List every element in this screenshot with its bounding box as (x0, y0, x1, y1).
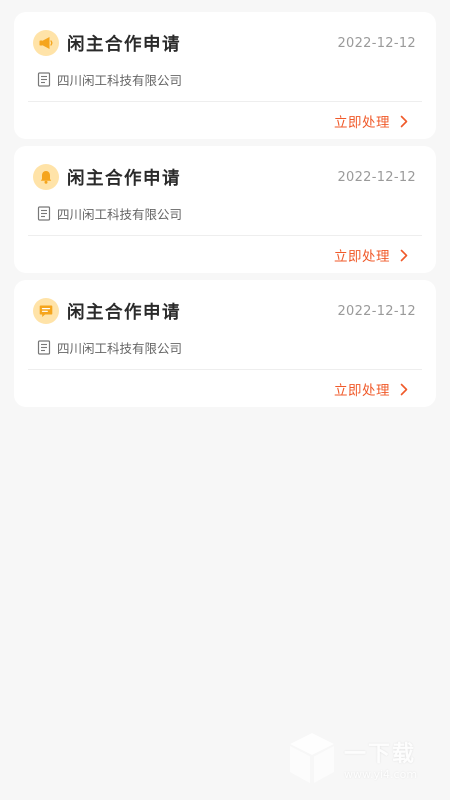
notification-date: 2022-12-12 (337, 303, 416, 319)
notification-card[interactable]: 闲主合作申请 2022-12-12 四川闲工科技有限公司 立即处理 (14, 146, 436, 273)
notification-date: 2022-12-12 (337, 35, 416, 51)
notification-card[interactable]: 闲主合作申请 2022-12-12 四川闲工科技有限公司 立即处理 (14, 280, 436, 407)
company-name: 四川闲工科技有限公司 (57, 207, 183, 222)
chevron-right-icon (400, 383, 408, 395)
chevron-right-icon (400, 115, 408, 127)
watermark-brand: 一下载 (344, 741, 417, 767)
megaphone-icon (33, 30, 59, 56)
document-icon (37, 340, 51, 355)
document-icon (37, 206, 51, 221)
company-name: 四川闲工科技有限公司 (57, 73, 183, 88)
bell-icon (33, 164, 59, 190)
message-icon (33, 298, 59, 324)
company-row: 四川闲工科技有限公司 (37, 338, 182, 357)
watermark-url: www.yi4.com (344, 767, 418, 781)
notification-card[interactable]: 闲主合作申请 2022-12-12 四川闲工科技有限公司 立即处理 (14, 12, 436, 139)
process-now-button[interactable]: 立即处理 (334, 111, 408, 131)
divider (28, 101, 422, 102)
divider (28, 235, 422, 236)
card-header: 闲主合作申请 2022-12-12 (33, 296, 416, 326)
notification-title: 闲主合作申请 (67, 302, 181, 323)
notification-title: 闲主合作申请 (67, 168, 181, 189)
divider (28, 369, 422, 370)
document-icon (37, 72, 51, 87)
notification-title: 闲主合作申请 (67, 34, 181, 55)
card-header: 闲主合作申请 2022-12-12 (33, 28, 416, 58)
process-now-label: 立即处理 (334, 383, 390, 399)
process-now-button[interactable]: 立即处理 (334, 379, 408, 399)
company-name: 四川闲工科技有限公司 (57, 341, 183, 356)
watermark: 一下载 www.yi4.com (286, 730, 417, 786)
company-row: 四川闲工科技有限公司 (37, 70, 182, 89)
chevron-right-icon (400, 249, 408, 261)
company-row: 四川闲工科技有限公司 (37, 204, 182, 223)
notification-list: 闲主合作申请 2022-12-12 四川闲工科技有限公司 立即处理 闲主合作申请… (14, 12, 436, 414)
cube-logo-icon (290, 733, 334, 783)
watermark-text: 一下载 www.yi4.com (344, 736, 417, 781)
process-now-button[interactable]: 立即处理 (334, 245, 408, 265)
notification-date: 2022-12-12 (337, 169, 416, 185)
card-header: 闲主合作申请 2022-12-12 (33, 162, 416, 192)
process-now-label: 立即处理 (334, 115, 390, 131)
process-now-label: 立即处理 (334, 249, 390, 265)
